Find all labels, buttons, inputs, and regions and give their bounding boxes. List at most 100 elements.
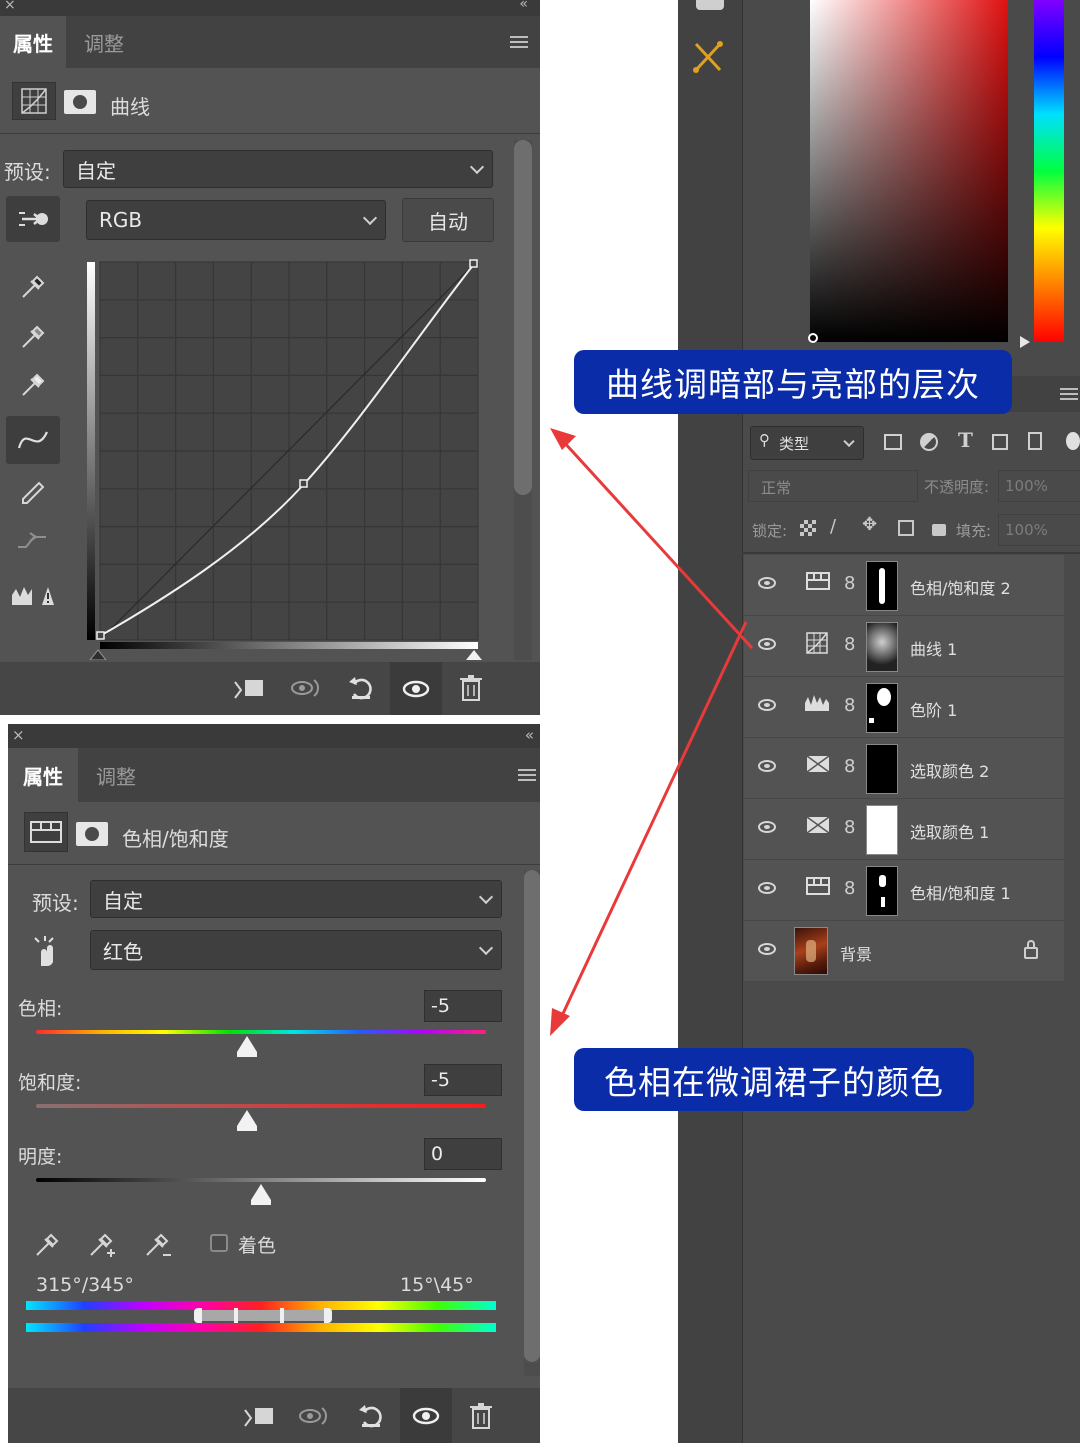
clip-to-layer-icon[interactable] bbox=[228, 668, 270, 708]
brush-tool-icon[interactable] bbox=[690, 30, 730, 80]
lock-position-icon[interactable]: ✥ bbox=[862, 514, 877, 535]
layer-mask-thumbnail[interactable] bbox=[866, 805, 898, 855]
close-icon[interactable]: × bbox=[4, 0, 16, 13]
curve-point-icon[interactable] bbox=[6, 416, 60, 464]
colorize-checkbox[interactable] bbox=[210, 1234, 228, 1252]
lock-artboard-icon[interactable] bbox=[898, 520, 914, 536]
range-handle-right-outer[interactable] bbox=[324, 1308, 332, 1323]
channel-select[interactable]: RGB bbox=[86, 200, 386, 240]
link-icon[interactable]: 8 bbox=[844, 695, 855, 716]
tab-properties[interactable]: 属性 bbox=[0, 16, 66, 68]
scrollbar-thumb[interactable] bbox=[514, 140, 532, 495]
hue-slider-track[interactable] bbox=[36, 1030, 486, 1034]
hue-value-field[interactable]: -5 bbox=[424, 990, 502, 1022]
saturation-value-field[interactable]: -5 bbox=[424, 1064, 502, 1096]
layer-row[interactable]: 8 色相/饱和度 1 bbox=[744, 860, 1064, 921]
opacity-field[interactable]: 100% bbox=[998, 470, 1080, 502]
hue-slider-marker[interactable] bbox=[1020, 336, 1030, 348]
link-icon[interactable]: 8 bbox=[844, 756, 855, 777]
tab-adjustments[interactable]: 调整 bbox=[78, 748, 154, 802]
layer-row[interactable]: 8 选取颜色 2 bbox=[744, 738, 1064, 799]
delete-icon[interactable] bbox=[460, 1396, 502, 1436]
tab-properties[interactable]: 属性 bbox=[8, 748, 78, 802]
eye-icon[interactable] bbox=[758, 821, 776, 833]
layer-mask-thumbnail[interactable] bbox=[866, 744, 898, 794]
smooth-icon[interactable] bbox=[12, 520, 52, 560]
color-field[interactable] bbox=[810, 0, 1008, 342]
delete-icon[interactable] bbox=[450, 668, 492, 708]
range-handle-left-inner[interactable] bbox=[234, 1308, 238, 1323]
hue-slider-vertical[interactable] bbox=[1034, 0, 1064, 342]
close-icon[interactable]: × bbox=[12, 726, 25, 744]
layer-row[interactable]: 8 曲线 1 bbox=[744, 616, 1064, 677]
eye-icon[interactable] bbox=[758, 638, 776, 650]
hue-range-selector[interactable] bbox=[194, 1308, 332, 1323]
target-adjustment-tool[interactable] bbox=[6, 196, 60, 242]
layer-image-thumbnail[interactable] bbox=[794, 927, 828, 975]
layer-mask-thumbnail[interactable] bbox=[866, 866, 898, 916]
sample-shadows-eyedropper-icon[interactable] bbox=[12, 266, 52, 306]
link-icon[interactable]: 8 bbox=[844, 573, 855, 594]
panel-menu-icon[interactable] bbox=[518, 769, 536, 781]
scrollbar[interactable] bbox=[514, 140, 532, 660]
filter-pixel-icon[interactable] bbox=[884, 434, 902, 450]
preset-select[interactable]: 自定 bbox=[90, 880, 502, 918]
tool-strip-top-icon[interactable] bbox=[696, 0, 724, 10]
color-picker-cursor[interactable] bbox=[808, 333, 818, 343]
pencil-icon[interactable] bbox=[12, 470, 52, 510]
lightness-slider-track[interactable] bbox=[36, 1178, 486, 1182]
link-icon[interactable]: 8 bbox=[844, 817, 855, 838]
lock-image-icon[interactable]: / bbox=[830, 516, 836, 537]
view-previous-icon[interactable] bbox=[286, 668, 328, 708]
panel-menu-icon[interactable] bbox=[510, 36, 528, 48]
panel-menu-icon[interactable] bbox=[1060, 388, 1078, 400]
scrollbar-thumb[interactable] bbox=[524, 870, 540, 1362]
eye-icon[interactable] bbox=[758, 699, 776, 711]
tab-adjustments[interactable]: 调整 bbox=[66, 16, 142, 68]
link-icon[interactable]: 8 bbox=[844, 634, 855, 655]
eye-icon[interactable] bbox=[758, 943, 776, 955]
fill-field[interactable]: 100% bbox=[998, 514, 1080, 546]
layer-row[interactable]: 8 色相/饱和度 2 bbox=[744, 555, 1064, 616]
filter-adjustment-icon[interactable] bbox=[920, 433, 938, 451]
auto-button[interactable]: 自动 bbox=[402, 198, 494, 242]
filter-type-icon[interactable]: T bbox=[958, 428, 973, 452]
reset-icon[interactable] bbox=[350, 1396, 392, 1436]
clipping-warning-icon[interactable] bbox=[8, 578, 56, 614]
collapse-icon[interactable]: « bbox=[525, 726, 534, 744]
eye-icon[interactable] bbox=[758, 577, 776, 589]
range-select[interactable]: 红色 bbox=[90, 930, 502, 970]
layer-row[interactable]: 8 选取颜色 1 bbox=[744, 799, 1064, 860]
preset-select[interactable]: 自定 bbox=[63, 150, 493, 188]
lightness-value-field[interactable]: 0 bbox=[424, 1138, 502, 1170]
saturation-slider-track[interactable] bbox=[36, 1104, 486, 1108]
layer-filter-select[interactable]: ⚲ 类型 bbox=[750, 426, 864, 460]
curves-graph[interactable] bbox=[86, 258, 486, 660]
visibility-icon[interactable] bbox=[400, 1388, 452, 1443]
eye-icon[interactable] bbox=[758, 882, 776, 894]
target-adjustment-tool[interactable] bbox=[26, 930, 66, 972]
lock-transparent-icon[interactable] bbox=[800, 520, 816, 536]
visibility-icon[interactable] bbox=[390, 662, 442, 715]
blend-mode-select[interactable]: 正常 bbox=[748, 470, 918, 502]
hue-slider-thumb[interactable] bbox=[237, 1036, 257, 1057]
filter-toggle-icon[interactable] bbox=[1066, 432, 1080, 450]
eyedropper-add-icon[interactable] bbox=[84, 1226, 120, 1262]
filter-smart-object-icon[interactable] bbox=[1028, 432, 1042, 450]
mask-icon[interactable] bbox=[64, 90, 96, 114]
view-previous-icon[interactable] bbox=[294, 1396, 336, 1436]
layer-row[interactable]: 8 色阶 1 bbox=[744, 677, 1064, 738]
layer-row-background[interactable]: 背景 bbox=[744, 921, 1064, 982]
sample-highlights-eyedropper-icon[interactable] bbox=[12, 364, 52, 404]
range-handle-left-outer[interactable] bbox=[194, 1308, 202, 1323]
layer-mask-thumbnail[interactable] bbox=[866, 683, 898, 733]
link-icon[interactable]: 8 bbox=[844, 878, 855, 899]
eyedropper-icon[interactable] bbox=[28, 1226, 64, 1262]
range-handle-right-inner[interactable] bbox=[280, 1308, 284, 1323]
saturation-slider-thumb[interactable] bbox=[237, 1110, 257, 1131]
lock-all-icon[interactable] bbox=[932, 524, 946, 536]
scrollbar[interactable] bbox=[524, 870, 540, 1376]
layer-mask-thumbnail[interactable] bbox=[866, 561, 898, 611]
sample-midtones-eyedropper-icon[interactable] bbox=[12, 316, 52, 356]
lightness-slider-thumb[interactable] bbox=[251, 1184, 271, 1205]
